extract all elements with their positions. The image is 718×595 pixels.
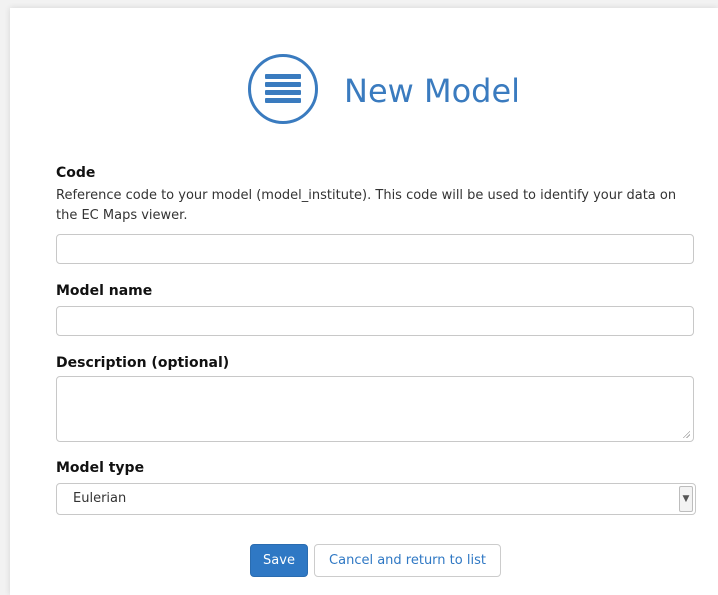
chevron-down-icon[interactable]: ▼: [679, 486, 693, 512]
model-name-label: Model name: [56, 283, 153, 299]
model-type-label: Model type: [56, 460, 145, 476]
menu-lines-icon: [248, 54, 318, 124]
page-title: New Model: [344, 72, 521, 110]
code-label: Code: [56, 165, 96, 181]
description-label: Description (optional): [56, 355, 230, 371]
model-type-select[interactable]: Eulerian ▼: [56, 483, 696, 515]
model-type-selected-value: Eulerian: [73, 491, 127, 506]
code-help-text: Reference code to your model (model_inst…: [56, 188, 677, 223]
page-header: New Model: [10, 8, 718, 148]
resize-grip-icon[interactable]: [682, 430, 690, 438]
code-input[interactable]: [56, 234, 694, 264]
form-panel: New Model Code Reference code to your mo…: [10, 8, 718, 595]
save-button[interactable]: Save: [250, 544, 308, 577]
description-textarea[interactable]: [56, 376, 694, 442]
model-name-input[interactable]: [56, 306, 694, 336]
cancel-button[interactable]: Cancel and return to list: [314, 544, 501, 577]
